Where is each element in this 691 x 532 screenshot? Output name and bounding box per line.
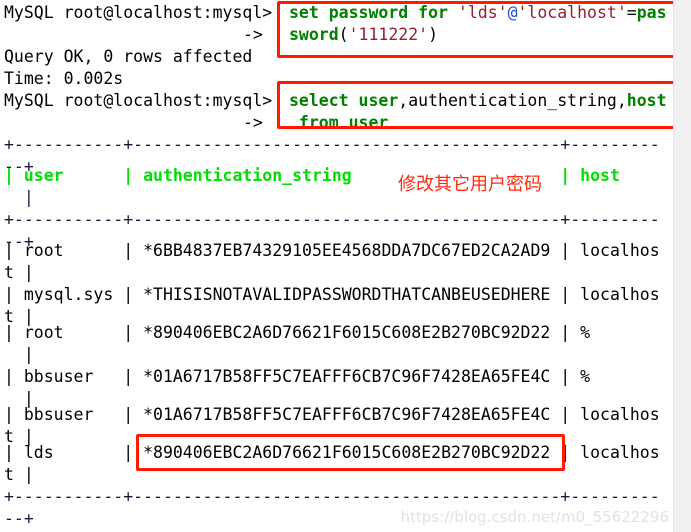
sql-string-password-literal: '111222' (348, 25, 429, 44)
table-row: | lds | *890406EBC2A6D76621F6015C608E2B2… (4, 443, 660, 462)
sql-keyword-password-part-b: sword (289, 25, 339, 44)
table-row: | root | *6BB4837EB74329105EE4568DDA7DC6… (4, 241, 660, 260)
terminal-line-prompt-1: MySQL root@localhost:mysql> (4, 2, 272, 24)
sql-string-host: 'localhost' (517, 3, 627, 22)
shell-prompt: MySQL root@localhost:mysql> (4, 3, 273, 22)
sql-equals-operator: = (626, 3, 637, 22)
query-result-message: Query OK, 0 rows affected (4, 47, 253, 66)
table-header-row-wrap: | (4, 188, 34, 207)
query-timing-message: Time: 0.002s (4, 69, 124, 88)
table-row: | bbsuser | *01A6717B58FF5C7EAFFF6CB7C96… (4, 367, 591, 386)
sql-keyword-host-column: host (626, 91, 667, 110)
blog-watermark: https://blog.csdn.net/m0_55622296 (400, 508, 669, 526)
terminal-line-statement-1b: sword('111222') (289, 24, 438, 46)
shell-prompt-2: MySQL root@localhost:mysql> (4, 91, 273, 110)
sql-keyword-password-part-a: pas (636, 3, 667, 22)
sql-keyword-select-user: select user (289, 91, 399, 110)
table-row-wrap: t | (4, 263, 34, 282)
sql-open-paren: ( (338, 25, 349, 44)
terminal-line-statement-2a: select user,authentication_string,host (289, 90, 667, 112)
terminal-line-continuation-1: -> (243, 24, 263, 46)
table-row: | root | *890406EBC2A6D76621F6015C608E2B… (4, 323, 591, 342)
sql-keyword-from-user: from user (289, 113, 389, 132)
terminal-line-statement-2b: from user (289, 112, 388, 134)
annotation-chinese-note: 修改其它用户密码 (398, 174, 542, 195)
table-separator-bottom: +-----------+---------------------------… (4, 487, 660, 506)
table-separator-bottom-wrap: --+ (4, 509, 34, 528)
terminal-line-continuation-2: -> (243, 112, 263, 134)
continuation-arrow-1: -> (243, 25, 263, 44)
sql-close-paren: ) (428, 25, 439, 44)
terminal-line-prompt-2: MySQL root@localhost:mysql> (4, 90, 272, 112)
sql-column-list: ,authentication_string, (398, 91, 627, 110)
table-row: | mysql.sys | *THISISNOTAVALIDPASSWORDTH… (4, 285, 660, 304)
table-row-wrap: t | (4, 465, 34, 484)
vertical-scrollbar[interactable] (673, 0, 691, 532)
table-row-wrap: | (4, 345, 34, 364)
table-separator-top: +-----------+---------------------------… (4, 135, 660, 154)
table-separator-header: +-----------+---------------------------… (4, 210, 660, 229)
table-row: | bbsuser | *01A6717B58FF5C7EAFFF6CB7C96… (4, 405, 660, 424)
mysql-terminal-window[interactable]: MySQL root@localhost:mysql> set password… (0, 0, 691, 532)
continuation-arrow-2: -> (243, 113, 263, 132)
sql-at-operator: @ (507, 3, 518, 22)
terminal-line-statement-1a: set password for 'lds'@'localhost'=pas (289, 2, 667, 24)
sql-string-user: 'lds' (457, 3, 508, 22)
sql-keyword-set-password-for: set password for (289, 3, 458, 22)
